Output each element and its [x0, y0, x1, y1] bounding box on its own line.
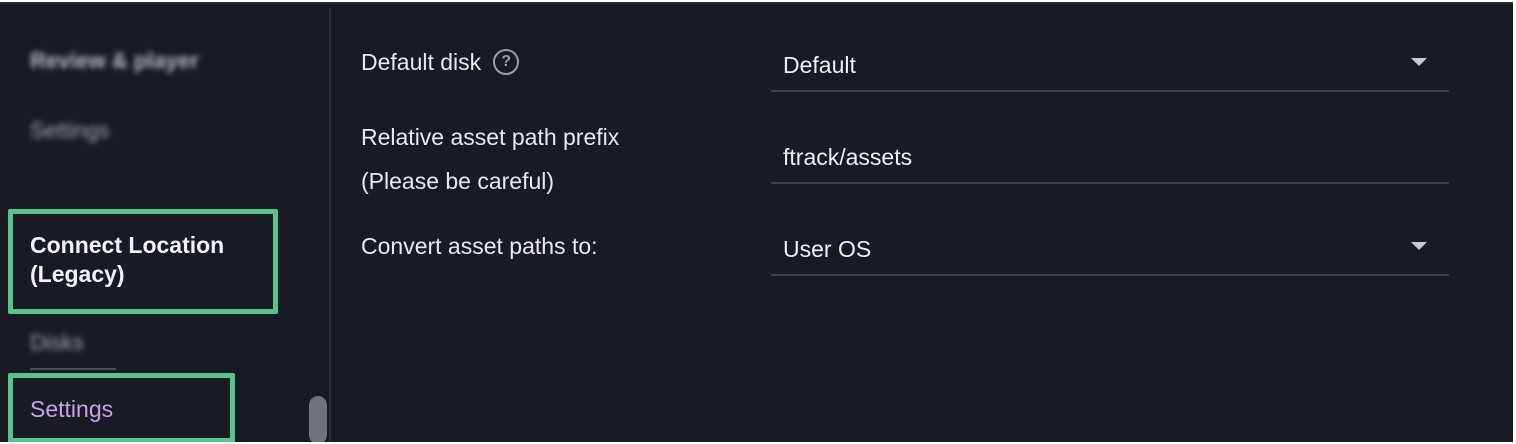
sidebar-item-disks[interactable]: Disks [30, 330, 84, 356]
relative-prefix-value: ftrack/assets [783, 144, 913, 170]
default-disk-value: Default [783, 52, 856, 78]
default-disk-select[interactable]: Default [771, 46, 1449, 92]
screenshot-frame: Review & player Settings Connect Locatio… [0, 0, 1516, 444]
default-disk-label: Default disk? [361, 40, 520, 84]
convert-paths-value: User OS [783, 236, 872, 262]
sidebar: Review & player Settings Connect Locatio… [0, 4, 330, 442]
relative-prefix-input[interactable]: ftrack/assets [771, 138, 1449, 184]
chevron-down-icon[interactable] [1411, 242, 1427, 250]
default-disk-label-text: Default disk [361, 49, 482, 75]
bottom-edge [331, 441, 1513, 442]
relative-prefix-label: Relative asset path prefix [361, 124, 620, 150]
sidebar-item-review-settings[interactable]: Settings [30, 118, 110, 144]
sidebar-item-review-player[interactable]: Review & player [30, 48, 199, 74]
convert-paths-select[interactable]: User OS [771, 230, 1449, 276]
highlight-connect-location [8, 209, 278, 314]
chevron-down-icon[interactable] [1411, 58, 1427, 66]
settings-form: Default disk? Default Relative asset pat… [331, 4, 1513, 442]
relative-prefix-warning: (Please be careful) [361, 168, 555, 194]
settings-window: Review & player Settings Connect Locatio… [0, 2, 1513, 442]
sidebar-scrollbar-thumb[interactable] [309, 396, 327, 442]
disks-underline [30, 368, 116, 370]
question-circle-icon[interactable]: ? [493, 48, 520, 75]
highlight-settings [8, 373, 235, 442]
convert-paths-label: Convert asset paths to: [361, 233, 598, 259]
